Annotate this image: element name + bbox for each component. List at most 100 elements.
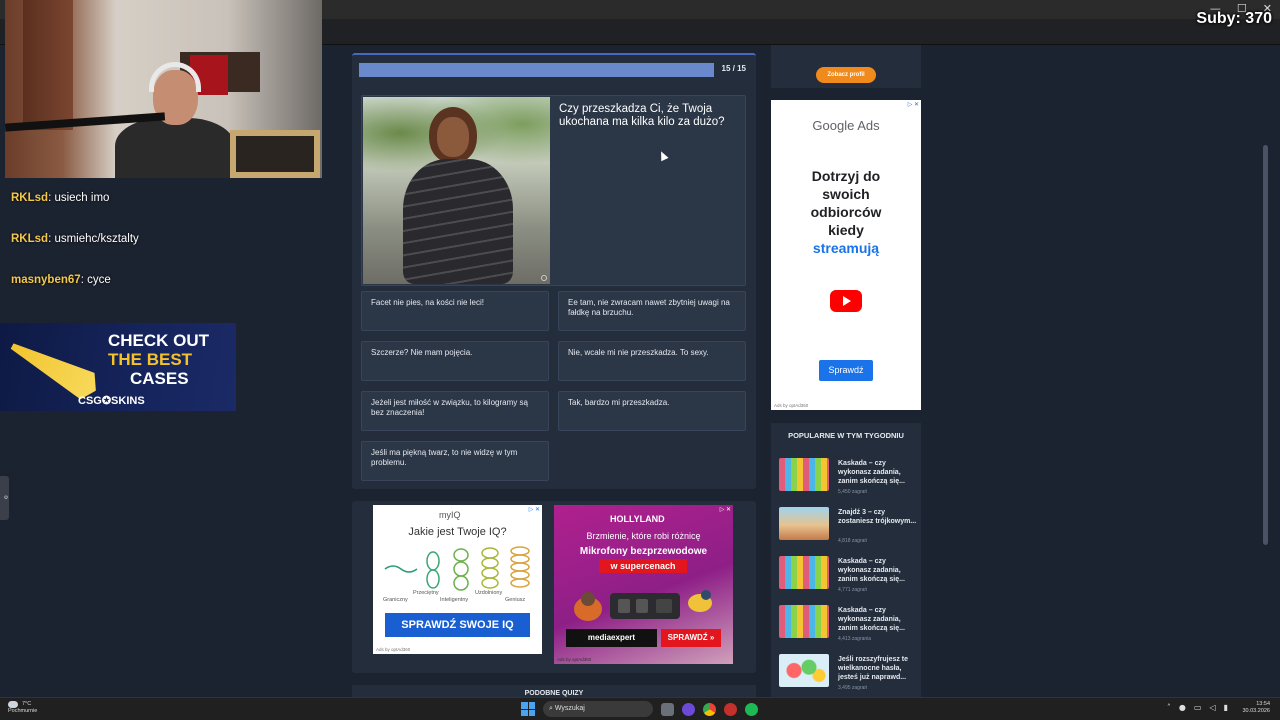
- clock[interactable]: 13:54 30.03.2026: [1242, 701, 1270, 715]
- webpage: 15 / 15 Czy przeszkadza Ci, że Twoja uko…: [322, 45, 1270, 697]
- answer-option[interactable]: Ee tam, nie zwracam nawet zbytniej uwagi…: [558, 291, 746, 331]
- weather-widget[interactable]: 7°C Pochmurnie: [8, 701, 37, 715]
- hollyland-headline: Mikrofony bezprzewodowe: [579, 546, 708, 557]
- popular-item-count: 3,495 zagrań: [838, 685, 868, 691]
- iq-logo: myIQ: [439, 510, 461, 520]
- hollyland-tagline: Brzmienie, które robi różnicę: [586, 531, 701, 541]
- discord-icon[interactable]: [682, 702, 695, 716]
- popular-item-title[interactable]: Kaskada – czy wykonasz zadania, zanim sk…: [838, 557, 918, 584]
- progress-label: 15 / 15: [721, 64, 746, 73]
- popular-item[interactable]: Kaskada – czy wykonasz zadania, zanim sk…: [779, 605, 919, 645]
- similar-quizzes-heading: PODOBNE QUIZY: [352, 685, 756, 697]
- popular-item[interactable]: Znajdź 3 – czy zostaniesz trójkowym... 4…: [779, 507, 919, 547]
- scrollbar-thumb[interactable]: [1263, 145, 1268, 545]
- quiz-card: 15 / 15 Czy przeszkadza Ci, że Twoja uko…: [352, 53, 756, 489]
- iq-ad[interactable]: ▷ ✕ myIQ Jakie jest Twoje IQ? Graniczny …: [373, 505, 542, 654]
- progress-bar: [359, 63, 714, 77]
- answer-option[interactable]: Jeśli ma piękną twarz, to nie widzę w ty…: [361, 441, 549, 481]
- answer-option[interactable]: Jeżeli jest miłość w związku, to kilogra…: [361, 391, 549, 431]
- hollyland-check-button[interactable]: SPRAWDŹ »: [661, 629, 721, 647]
- answer-option[interactable]: Tak, bardzo mi przeszkadza.: [558, 391, 746, 431]
- view-profile-button[interactable]: Zobacz profil: [816, 67, 876, 83]
- products-image: [574, 590, 712, 621]
- ad-footer: Ads by optAd360: [774, 403, 809, 408]
- popular-item[interactable]: Kaskada – czy wykonasz zadania, zanim sk…: [779, 458, 919, 498]
- popular-thumbnail[interactable]: [779, 556, 829, 589]
- adchoices-icon[interactable]: ▷ ✕: [908, 101, 919, 108]
- popular-item-count: 4,771 zagrań: [838, 587, 868, 593]
- iq-check-button[interactable]: SPRAWDŹ SWOJE IQ: [385, 613, 530, 637]
- hollyland-price-badge: w supercenach: [599, 559, 687, 573]
- google-ads-banner[interactable]: ▷ ✕ Google Ads Dotrzyj do swoich odbiorc…: [771, 100, 921, 410]
- microphone-icon[interactable]: ●: [1179, 703, 1186, 712]
- chat-text: usiech imo: [54, 192, 110, 204]
- popular-thumbnail[interactable]: [779, 605, 829, 638]
- popular-item-title[interactable]: Jeśli rozszyfrujesz te wielkanocne hasła…: [838, 655, 918, 682]
- popular-item[interactable]: Jeśli rozszyfrujesz te wielkanocne hasła…: [779, 654, 919, 694]
- question-box: Czy przeszkadza Ci, że Twoja ukochana ma…: [361, 95, 746, 286]
- popular-item-count: 5,450 zagrań: [838, 489, 868, 495]
- windows-start-icon[interactable]: [521, 702, 535, 716]
- ads-section: ▷ ✕ myIQ Jakie jest Twoje IQ? Graniczny …: [352, 501, 756, 673]
- answer-option[interactable]: Facet nie pies, na kości nie leci!: [361, 291, 549, 331]
- iq-ad-title: Jakie jest Twoje IQ?: [408, 526, 507, 538]
- question-text: Czy przeszkadza Ci, że Twoja ukochana ma…: [559, 103, 725, 129]
- volume-icon[interactable]: ◁: [1209, 703, 1215, 712]
- obs-icon[interactable]: [724, 702, 737, 716]
- subscriber-counter: Suby: 370: [1196, 10, 1272, 27]
- spotify-icon[interactable]: [745, 702, 758, 716]
- network-icon[interactable]: ▭: [1194, 703, 1202, 712]
- popular-title: POPULARNE W TYM TYGODNIU: [788, 431, 904, 440]
- popular-thumbnail[interactable]: [779, 458, 829, 491]
- csgoskins-banner: CHECK OUT THE BEST CASES CSG✪SKINS: [0, 323, 236, 411]
- chrome-icon[interactable]: [703, 702, 716, 716]
- chat-message: masnyben67: cyce: [11, 274, 111, 286]
- iq-label: Graniczny: [383, 597, 408, 603]
- system-tray: ˄ ● ▭ ◁ ▮: [1167, 703, 1228, 712]
- iq-label: Inteligentny: [440, 597, 469, 603]
- battery-icon[interactable]: ▮: [1224, 703, 1228, 712]
- google-ads-text: Dotrzyj do swoich odbiorców kiedy stream…: [810, 168, 882, 256]
- adchoices-icon[interactable]: ▷ ✕: [720, 506, 731, 513]
- youtube-play-icon: [830, 290, 862, 312]
- side-panel-tab[interactable]: ⚙: [0, 476, 9, 520]
- popular-item-count: 4,413 zagrania: [838, 636, 872, 642]
- mediaexpert-logo: mediaexpert: [566, 629, 657, 647]
- google-ads-check-button[interactable]: Sprawdź: [819, 360, 873, 381]
- popular-item-count: 4,818 zagrań: [838, 538, 868, 544]
- progress-fill: [359, 63, 714, 77]
- taskbar-search[interactable]: ⌕ Wyszukaj: [543, 701, 653, 717]
- webcam-overlay: [5, 0, 322, 178]
- hollyland-logo: HOLLYLAND: [610, 514, 665, 524]
- popular-item-title[interactable]: Kaskada – czy wykonasz zadania, zanim sk…: [838, 459, 918, 486]
- iq-label: Uzdolniony: [475, 590, 503, 596]
- chat-message: RKLsd: usmiehc/ksztalty: [11, 233, 139, 245]
- chat-username: RKLsd: [11, 233, 49, 245]
- chevron-up-icon[interactable]: ˄: [1167, 703, 1171, 712]
- google-ads-logo: Google Ads: [812, 118, 880, 133]
- answer-option[interactable]: Nie, wcale mi nie przeszkadza. To sexy.: [558, 341, 746, 381]
- image-info-icon[interactable]: [541, 275, 547, 281]
- hollyland-ad[interactable]: ▷ ✕ HOLLYLAND Brzmienie, które robi różn…: [554, 505, 733, 664]
- popular-item-title[interactable]: Znajdź 3 – czy zostaniesz trójkowym...: [838, 508, 918, 526]
- page-scrollbar[interactable]: [1260, 45, 1270, 697]
- chat-username: masnyben67: [11, 274, 81, 286]
- popular-item[interactable]: Kaskada – czy wykonasz zadania, zanim sk…: [779, 556, 919, 596]
- chat-text: usmiehc/ksztalty: [54, 233, 139, 245]
- chat-text: cyce: [87, 274, 111, 286]
- popular-item-title[interactable]: Kaskada – czy wykonasz zadania, zanim sk…: [838, 606, 918, 633]
- iq-shapes-icon: [384, 546, 530, 591]
- answer-option[interactable]: Szczerze? Nie mam pojęcia.: [361, 341, 549, 381]
- taskbar-apps: ⌕ Wyszukaj: [521, 701, 758, 717]
- ad-footer: Ads by optAd360: [557, 657, 592, 662]
- adchoices-icon[interactable]: ▷ ✕: [529, 506, 540, 513]
- popular-thumbnail[interactable]: [779, 654, 829, 687]
- task-view-icon[interactable]: [661, 702, 674, 716]
- ad-footer: Ads by optAd360: [376, 647, 411, 652]
- iq-label: Przeciętny: [413, 590, 439, 596]
- csgoskins-logo: CSG✪SKINS: [78, 395, 145, 407]
- profile-card: Zobacz profil: [771, 45, 921, 88]
- iq-label: Geniusz: [505, 597, 526, 603]
- popular-thumbnail[interactable]: [779, 507, 829, 540]
- taskbar: 7°C Pochmurnie ⌕ Wyszukaj ˄ ● ▭ ◁ ▮ 13:5…: [0, 697, 1280, 720]
